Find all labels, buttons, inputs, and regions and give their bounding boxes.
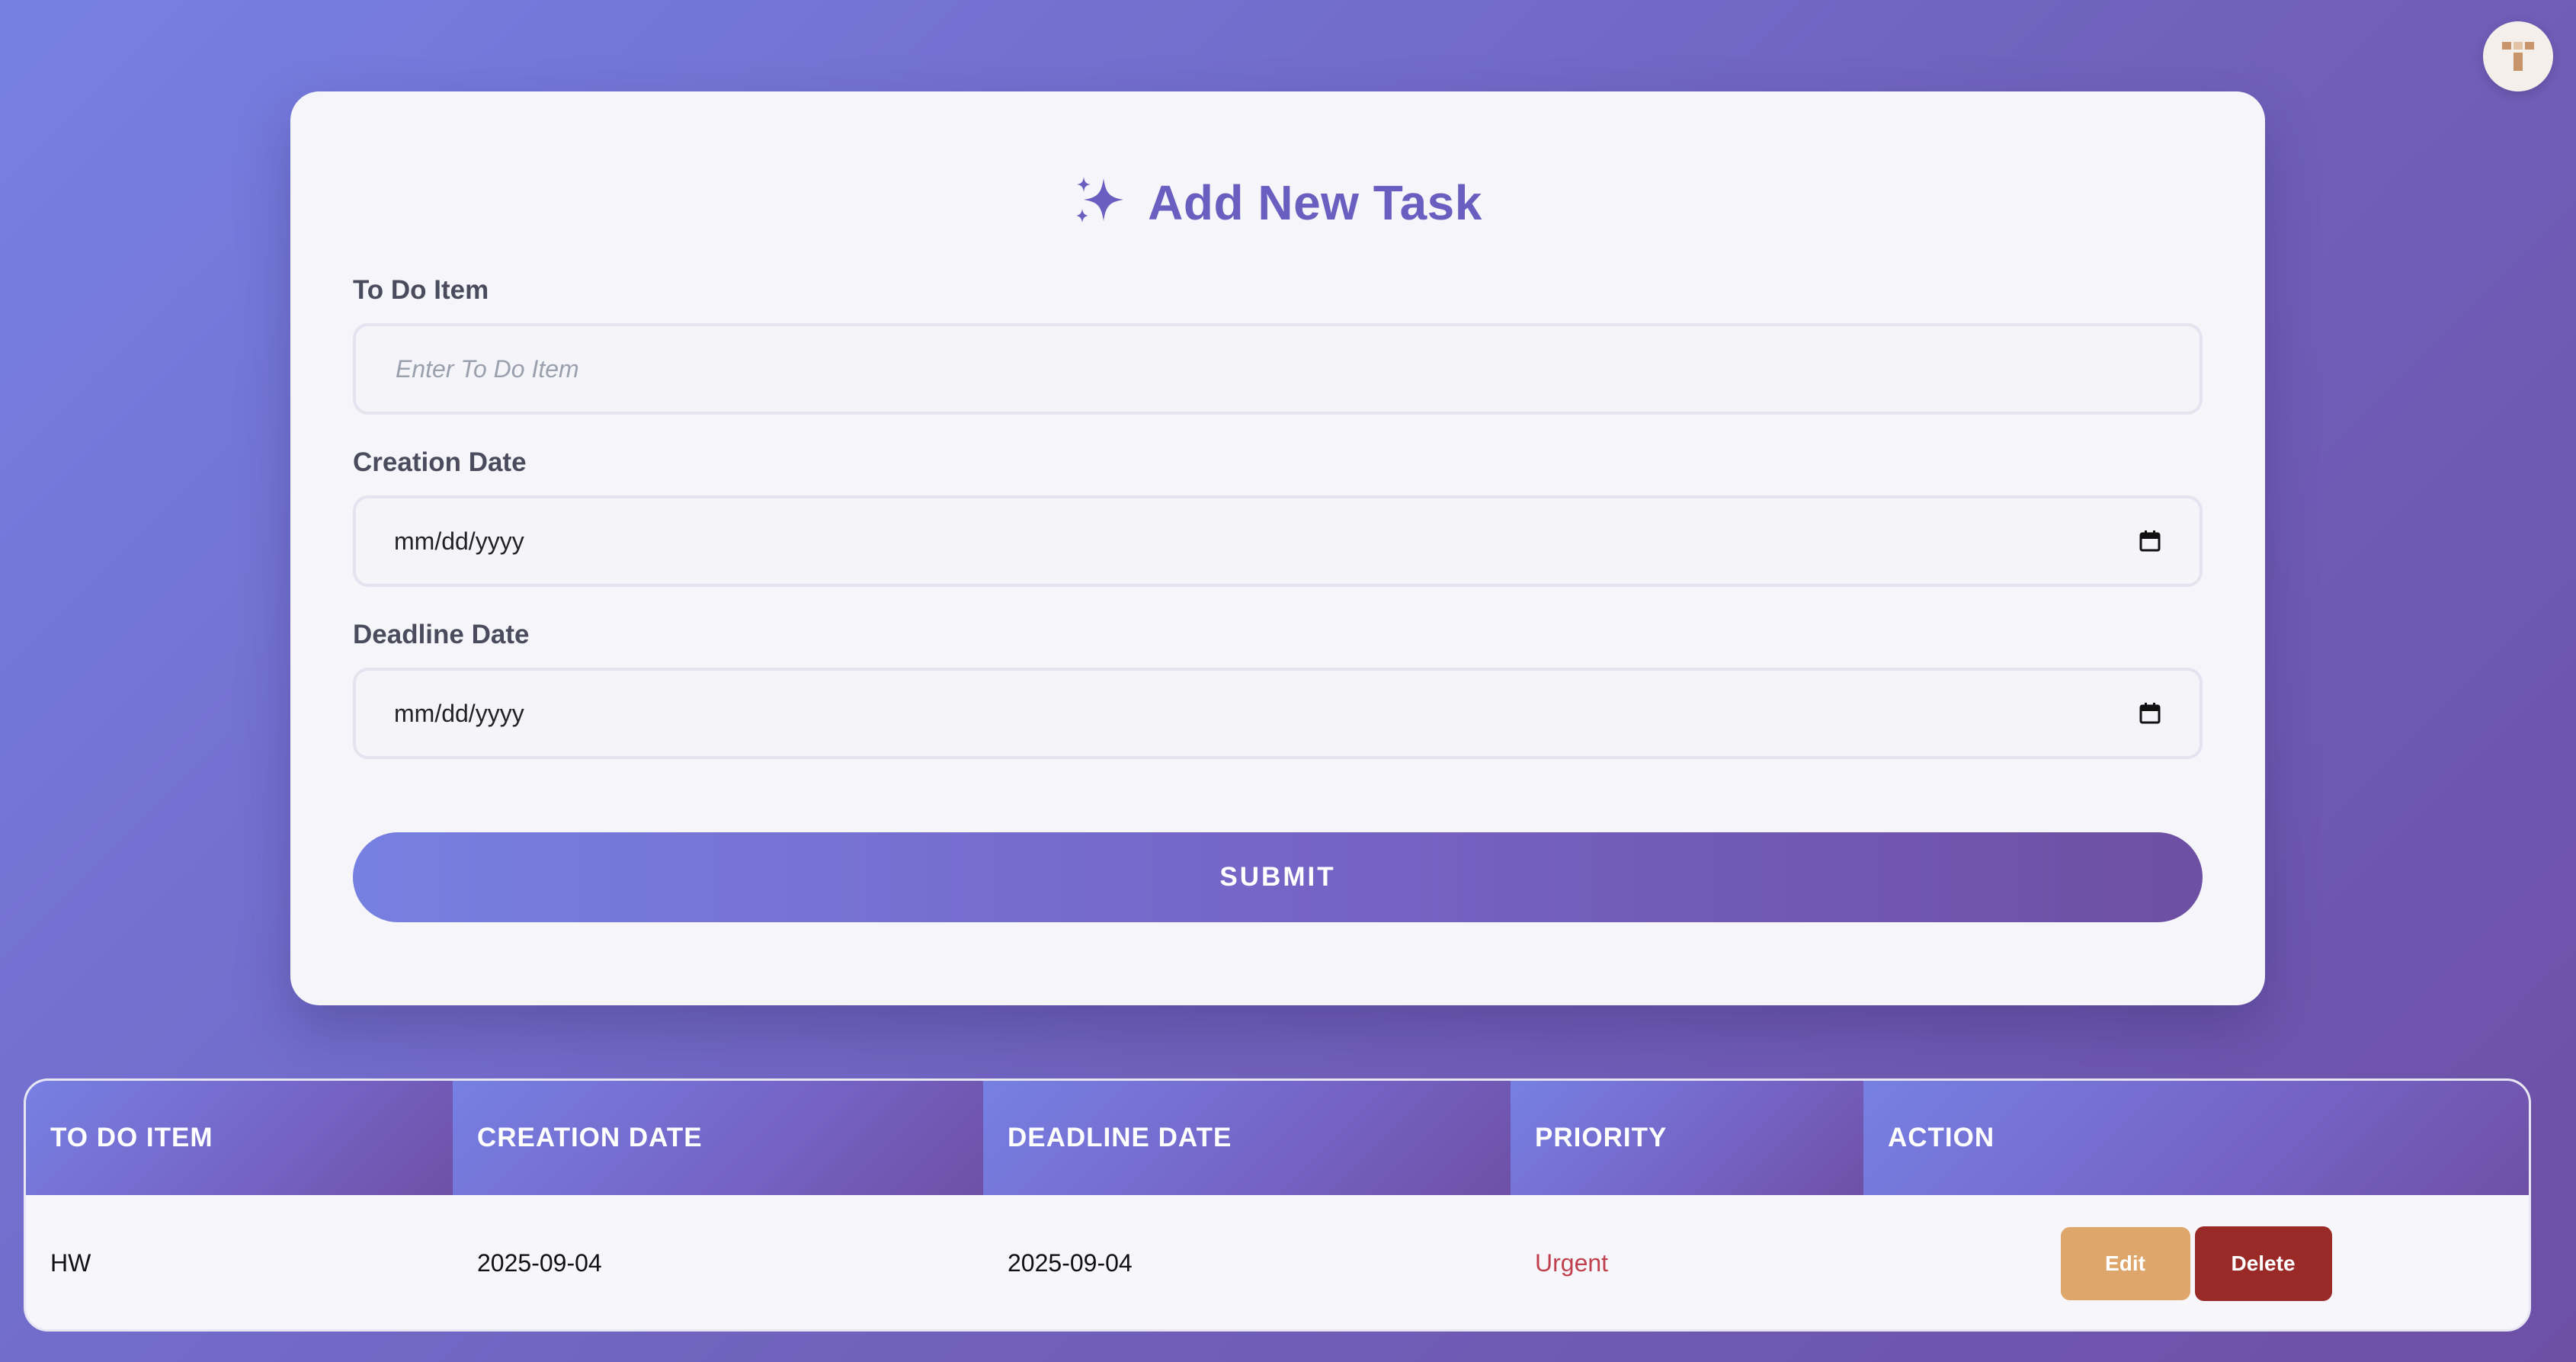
user-avatar-icon <box>2491 28 2545 85</box>
column-header-deadline-date: DEADLINE DATE <box>983 1081 1511 1195</box>
table-header: TO DO ITEM CREATION DATE DEADLINE DATE P… <box>26 1081 2529 1195</box>
tasks-table: TO DO ITEM CREATION DATE DEADLINE DATE P… <box>24 1078 2531 1332</box>
edit-button[interactable]: Edit <box>2060 1226 2190 1300</box>
column-header-priority: PRIORITY <box>1511 1081 1863 1195</box>
deadline-date-label: Deadline Date <box>353 620 530 649</box>
page-title: Add New Task <box>1148 175 1482 230</box>
sparkles-icon <box>1073 174 1128 232</box>
submit-button[interactable]: SUBMIT <box>353 832 2203 922</box>
cell-creation-date: 2025-09-04 <box>477 1249 602 1277</box>
table-row: HW 2025-09-04 2025-09-04 Urgent Edit Del… <box>26 1195 2529 1329</box>
todo-item-label: To Do Item <box>353 275 489 305</box>
creation-date-value: mm/dd/yyyy <box>394 527 524 555</box>
delete-button[interactable]: Delete <box>2194 1226 2332 1301</box>
creation-date-input[interactable]: mm/dd/yyyy <box>353 495 2203 587</box>
cell-deadline-date: 2025-09-04 <box>1008 1249 1133 1277</box>
cell-todo-item: HW <box>50 1249 91 1277</box>
deadline-date-input[interactable]: mm/dd/yyyy <box>353 668 2203 759</box>
card-title: Add New Task <box>353 165 2203 241</box>
deadline-date-value: mm/dd/yyyy <box>394 699 524 727</box>
column-header-action: ACTION <box>1863 1081 2529 1195</box>
todo-item-field-wrapper <box>353 323 2203 415</box>
calendar-icon[interactable] <box>2139 530 2161 553</box>
cell-actions: Edit Delete <box>1863 1226 2529 1301</box>
calendar-icon[interactable] <box>2139 702 2161 725</box>
user-avatar[interactable] <box>2483 21 2553 91</box>
column-header-creation-date: CREATION DATE <box>453 1081 983 1195</box>
creation-date-label: Creation Date <box>353 447 527 477</box>
column-header-todo-item: TO DO ITEM <box>26 1081 453 1195</box>
add-task-card: Add New Task To Do Item Creation Date mm… <box>290 91 2265 1005</box>
priority-badge: Urgent <box>1535 1249 1609 1277</box>
todo-item-input[interactable] <box>394 354 2161 384</box>
